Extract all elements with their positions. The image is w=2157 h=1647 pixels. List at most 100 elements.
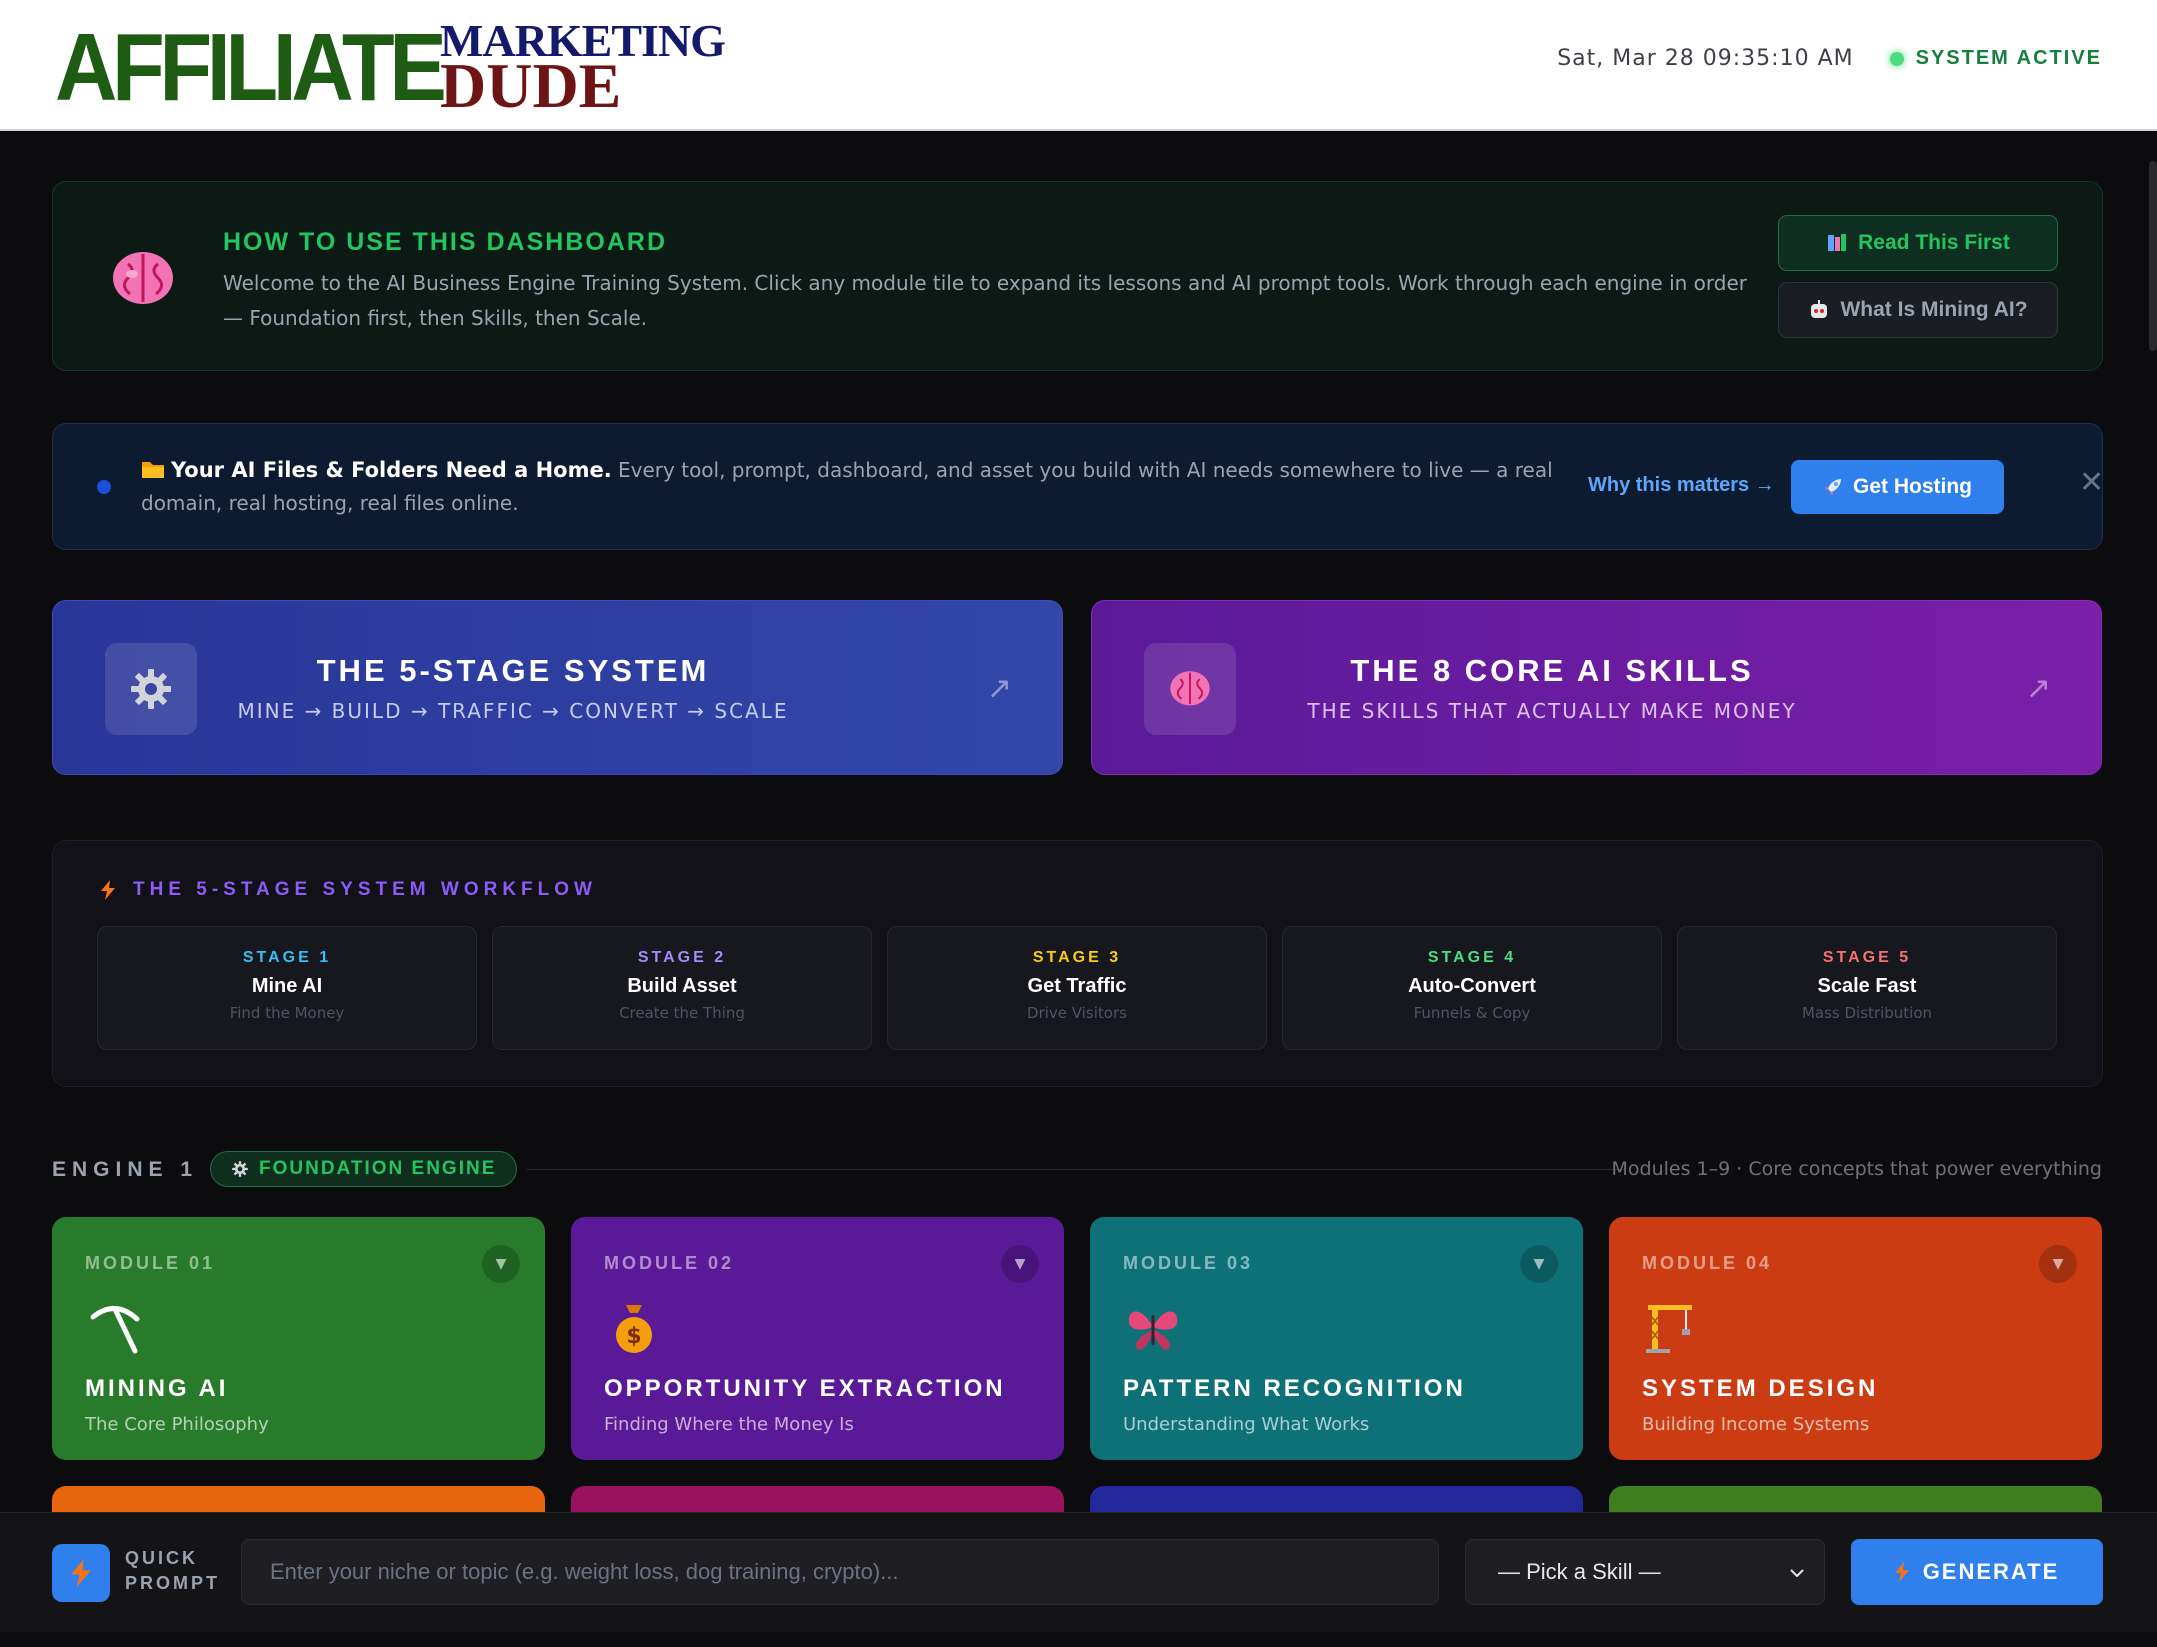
module-subtitle: The Core Philosophy bbox=[85, 1414, 269, 1435]
crane-icon bbox=[1646, 1305, 1692, 1353]
module-tile-01[interactable]: MODULE 01 ▼ MINING AI The Core Philosoph… bbox=[52, 1217, 545, 1460]
quick-prompt-label: QUICK PROMPT bbox=[125, 1546, 220, 1596]
brain-icon bbox=[1144, 643, 1236, 735]
stage-card-5[interactable]: STAGE 5 Scale Fast Mass Distribution bbox=[1677, 926, 2057, 1050]
logo-main-text: AFFILIATE bbox=[55, 14, 447, 121]
datetime-display: Sat, Mar 28 09:35:10 AM bbox=[1557, 46, 1854, 71]
core-ai-skills-title: THE 8 CORE AI SKILLS bbox=[1350, 653, 1754, 688]
module-tile-03[interactable]: MODULE 03 ▼ PATTERN RECOGNITION Understa… bbox=[1090, 1217, 1583, 1460]
how-to-use-text: Welcome to the AI Business Engine Traini… bbox=[223, 271, 1747, 330]
pickaxe-icon bbox=[90, 1306, 140, 1354]
stage-number: STAGE 5 bbox=[1822, 949, 1912, 966]
stage-description: Funnels & Copy bbox=[1413, 1004, 1531, 1022]
stage-name: Auto-Convert bbox=[1408, 975, 1536, 997]
module-number: MODULE 02 bbox=[604, 1253, 735, 1273]
stage-number: STAGE 2 bbox=[637, 949, 727, 966]
workflow-title: THE 5-STAGE SYSTEM WORKFLOW bbox=[101, 879, 597, 901]
header-status-area: Sat, Mar 28 09:35:10 AM SYSTEM ACTIVE bbox=[1557, 46, 2102, 71]
engine-meta-text: Modules 1–9 · Core concepts that power e… bbox=[1611, 1158, 2102, 1180]
how-to-use-panel: HOW TO USE THIS DASHBOARD Welcome to the… bbox=[52, 181, 2103, 371]
lightning-icon bbox=[101, 880, 115, 900]
stage-card-1[interactable]: STAGE 1 Mine AI Find the Money bbox=[97, 926, 477, 1050]
generate-label: GENERATE bbox=[1922, 1559, 2060, 1584]
module-tile-04[interactable]: MODULE 04 ▼ SYSTEM DESIGN Building Incom… bbox=[1609, 1217, 2102, 1460]
rocket-icon bbox=[1825, 479, 1841, 495]
stage-name: Scale Fast bbox=[1817, 975, 1917, 997]
module-title: PATTERN RECOGNITION bbox=[1123, 1375, 1466, 1402]
module-number: MODULE 03 bbox=[1123, 1253, 1254, 1273]
why-this-matters-link[interactable]: Why this matters → bbox=[1588, 474, 1775, 497]
module-title: SYSTEM DESIGN bbox=[1642, 1375, 1879, 1402]
stage-description: Mass Distribution bbox=[1801, 1004, 1933, 1022]
arrow-up-right-icon: ↗ bbox=[2025, 671, 2051, 706]
generate-button[interactable]: GENERATE bbox=[1851, 1539, 2103, 1605]
module-title: OPPORTUNITY EXTRACTION bbox=[604, 1375, 1006, 1402]
module-title: MINING AI bbox=[85, 1375, 229, 1402]
what-is-mining-ai-label: What Is Mining AI? bbox=[1840, 298, 2028, 321]
stage-number: STAGE 4 bbox=[1427, 949, 1517, 966]
gear-icon bbox=[105, 643, 197, 735]
stage-card-3[interactable]: STAGE 3 Get Traffic Drive Visitors bbox=[887, 926, 1267, 1050]
foundation-engine-badge: FOUNDATION ENGINE bbox=[210, 1151, 518, 1187]
lightning-icon bbox=[52, 1544, 110, 1602]
read-this-first-button[interactable]: Read This First bbox=[1778, 215, 2058, 271]
module-number: MODULE 04 bbox=[1642, 1253, 1773, 1273]
scrollbar-thumb[interactable] bbox=[2149, 161, 2157, 351]
skill-select[interactable]: — Pick a Skill — bbox=[1465, 1539, 1825, 1605]
module-number: MODULE 01 bbox=[85, 1253, 216, 1273]
chevron-down-icon bbox=[1790, 1569, 1804, 1578]
hosting-banner-headline: Your AI Files & Folders Need a Home. bbox=[171, 458, 612, 482]
robot-icon bbox=[1811, 300, 1828, 318]
close-icon[interactable]: ✕ bbox=[2079, 468, 2104, 498]
module-subtitle: Finding Where the Money Is bbox=[604, 1414, 854, 1435]
chevron-down-icon[interactable]: ▼ bbox=[482, 1245, 520, 1283]
svg-text:$: $ bbox=[626, 1324, 641, 1349]
engine-label: ENGINE 1 bbox=[52, 1158, 199, 1181]
stage-description: Find the Money bbox=[229, 1004, 345, 1022]
skill-select-value: — Pick a Skill — bbox=[1498, 1559, 1661, 1584]
brain-icon bbox=[113, 252, 173, 304]
chevron-down-icon[interactable]: ▼ bbox=[2039, 1245, 2077, 1283]
logo-sub-bottom-text: DUDE bbox=[440, 50, 622, 121]
quick-prompt-label-line1: QUICK bbox=[125, 1548, 198, 1568]
stage-name: Get Traffic bbox=[1027, 975, 1127, 997]
chevron-down-icon[interactable]: ▼ bbox=[1520, 1245, 1558, 1283]
core-ai-skills-subtitle: THE SKILLS THAT ACTUALLY MAKE MONEY bbox=[1307, 699, 1797, 723]
quick-prompt-label-line2: PROMPT bbox=[125, 1573, 221, 1593]
arrow-up-right-icon: ↗ bbox=[986, 671, 1012, 706]
hosting-banner-text: Your AI Files & Folders Need a Home. Eve… bbox=[141, 454, 1571, 520]
stage-card-2[interactable]: STAGE 2 Build Asset Create the Thing bbox=[492, 926, 872, 1050]
system-status-label: SYSTEM ACTIVE bbox=[1915, 47, 2102, 69]
gear-icon bbox=[232, 1161, 248, 1177]
module-subtitle: Building Income Systems bbox=[1642, 1414, 1870, 1435]
stage-card-4[interactable]: STAGE 4 Auto-Convert Funnels & Copy bbox=[1282, 926, 1662, 1050]
get-hosting-button[interactable]: Get Hosting bbox=[1791, 460, 2004, 514]
status-dot-icon bbox=[1889, 51, 1904, 66]
chevron-down-icon[interactable]: ▼ bbox=[1001, 1245, 1039, 1283]
money-bag-icon: $ bbox=[616, 1305, 652, 1353]
books-icon bbox=[1828, 234, 1847, 251]
folder-icon bbox=[142, 462, 164, 478]
quick-prompt-bar: QUICK PROMPT — Pick a Skill — GENERATE bbox=[0, 1512, 2157, 1632]
hosting-indicator-dot bbox=[97, 480, 111, 494]
stage-name: Build Asset bbox=[627, 975, 737, 997]
top-header: AFFILIATE MARKETING DUDE Sat, Mar 28 09:… bbox=[0, 0, 2157, 131]
what-is-mining-ai-button[interactable]: What Is Mining AI? bbox=[1778, 282, 2058, 338]
lightning-icon bbox=[1894, 1562, 1909, 1582]
stage-number: STAGE 3 bbox=[1032, 949, 1122, 966]
niche-topic-input[interactable] bbox=[241, 1539, 1439, 1605]
get-hosting-label: Get Hosting bbox=[1853, 475, 1972, 498]
stage-name: Mine AI bbox=[251, 975, 323, 997]
core-ai-skills-card[interactable]: THE 8 CORE AI SKILLS THE SKILLS THAT ACT… bbox=[1091, 600, 2102, 775]
page-scrollbar[interactable] bbox=[2149, 131, 2157, 1512]
stage-description: Drive Visitors bbox=[1027, 1004, 1127, 1022]
stage-workflow-panel: THE 5-STAGE SYSTEM WORKFLOW STAGE 1 Mine… bbox=[52, 840, 2103, 1087]
module-tile-02[interactable]: MODULE 02 ▼ $ OPPORTUNITY EXTRACTION Fin… bbox=[571, 1217, 1064, 1460]
stage-description: Create the Thing bbox=[619, 1004, 745, 1022]
five-stage-system-card[interactable]: THE 5-STAGE SYSTEM MINE → BUILD → TRAFFI… bbox=[52, 600, 1063, 775]
butterfly-icon bbox=[1128, 1311, 1178, 1350]
five-stage-system-subtitle: MINE → BUILD → TRAFFIC → CONVERT → SCALE bbox=[237, 699, 789, 723]
five-stage-system-title: THE 5-STAGE SYSTEM bbox=[316, 653, 710, 688]
engine-divider bbox=[527, 1169, 1625, 1170]
hosting-banner: Your AI Files & Folders Need a Home. Eve… bbox=[52, 423, 2104, 550]
